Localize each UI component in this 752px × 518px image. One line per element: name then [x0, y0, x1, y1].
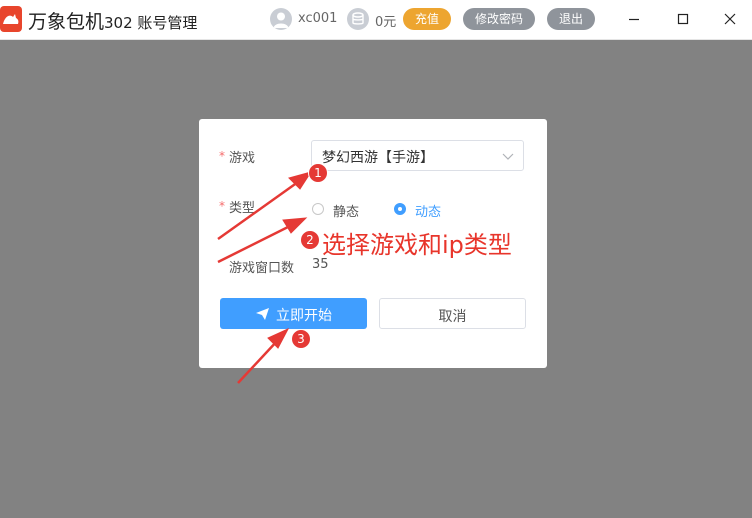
app-subtitle: 302 账号管理 [104, 14, 198, 32]
step-badge-1: 1 [308, 163, 328, 183]
cancel-label: 取消 [438, 309, 467, 325]
app-name: 万象包机 [28, 11, 105, 33]
close-icon[interactable] [719, 8, 741, 30]
game-label-text: 游戏 [229, 151, 256, 166]
send-icon [256, 308, 269, 320]
change-password-button[interactable]: 修改密码 [463, 8, 535, 30]
radio-dynamic-circle[interactable] [394, 203, 406, 215]
type-label-text: 类型 [229, 201, 256, 216]
username: xc001 [298, 11, 338, 26]
step-badge-2: 2 [300, 230, 320, 250]
game-label: * 游戏 [219, 147, 255, 166]
annotation-text: 选择游戏和ip类型 [322, 231, 512, 259]
radio-dynamic-label: 动态 [415, 205, 442, 220]
user-avatar-icon[interactable] [270, 8, 292, 30]
required-mark: * [219, 199, 225, 213]
app-logo [0, 6, 22, 32]
recharge-button[interactable]: 充值 [403, 8, 451, 30]
window-count-label: 游戏窗口数 [229, 261, 295, 276]
required-mark: * [219, 149, 225, 163]
type-label: * 类型 [219, 197, 255, 216]
chevron-down-icon [502, 153, 514, 160]
balance-amount: 0元 [375, 15, 397, 30]
game-select-value: 梦幻西游【手游】 [322, 150, 434, 166]
cancel-button[interactable]: 取消 [379, 298, 526, 329]
start-now-button[interactable]: 立即开始 [220, 298, 367, 329]
radio-static-circle[interactable] [312, 203, 324, 215]
radio-static-label: 静态 [333, 205, 360, 220]
step-badge-3: 3 [291, 329, 311, 349]
minimize-icon[interactable] [623, 8, 645, 30]
start-now-label: 立即开始 [276, 308, 332, 324]
game-select[interactable]: 梦幻西游【手游】 [311, 140, 524, 171]
logout-button[interactable]: 退出 [547, 8, 595, 30]
title-bar: 万象包机 302 账号管理 xc001 0元 充值 修改密码 退出 [0, 0, 752, 40]
maximize-icon[interactable] [672, 8, 694, 30]
coin-stack-icon [347, 8, 369, 30]
